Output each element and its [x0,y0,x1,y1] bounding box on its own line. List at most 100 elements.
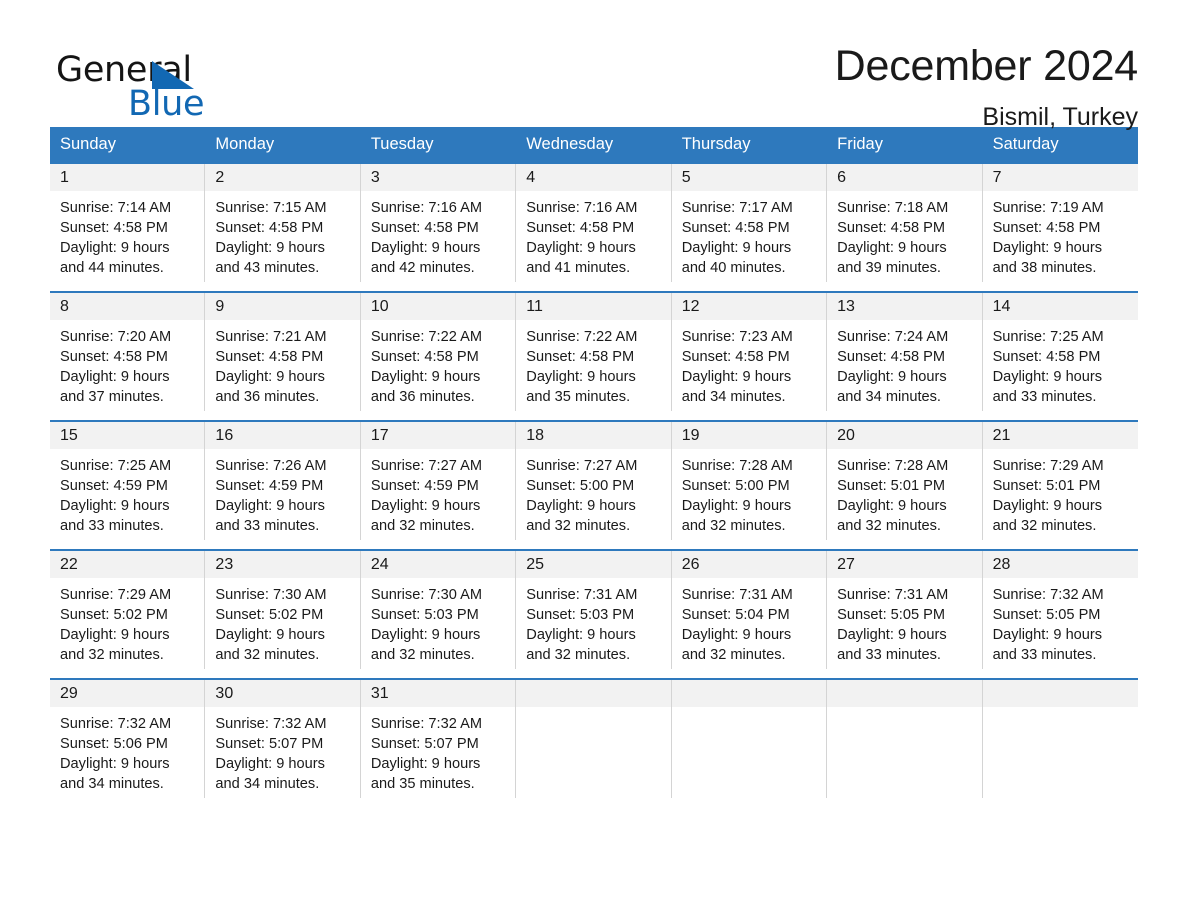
day-cell[interactable]: 7 Sunrise: 7:19 AM Sunset: 4:58 PM Daylight… [982,164,1138,283]
day-cell[interactable]: 24 Sunrise: 7:30 AM Sunset: 5:03 PM Dayligh… [360,551,517,670]
daylight-text-line2: and 44 minutes. [60,260,164,277]
sunset-text: Sunset: 4:58 PM [215,220,324,237]
day-details: Sunrise: 7:18 AM Sunset: 4:58 PM Daylight:… [827,191,981,278]
sunset-text: Sunset: 5:00 PM [681,478,790,495]
sunrise-text: Sunrise: 7:24 AM [837,329,949,346]
sunset-text: Sunset: 5:00 PM [526,478,635,495]
day-cell[interactable]: 8 Sunrise: 7:20 AM Sunset: 4:58 PM Daylight… [50,293,206,412]
day-number: 25 [516,551,671,579]
day-cell[interactable]: 12 Sunrise: 7:23 AM Sunset: 4:58 PM Dayligh… [671,293,828,412]
day-cell[interactable]: 6 Sunrise: 7:18 AM Sunset: 4:58 PM Daylight… [827,164,983,283]
sunrise-text: Sunrise: 7:32 AM [215,716,327,733]
day-details: Sunrise: 7:27 AM Sunset: 5:00 PM Daylight:… [516,449,670,536]
daylight-text-line2: and 32 minutes. [681,647,786,664]
daylight-text-line2: and 36 minutes. [215,389,320,406]
day-cell[interactable]: 10 Sunrise: 7:22 AM Sunset: 4:58 PM Dayligh… [360,293,517,412]
logo-text-blue: Blue [128,84,205,124]
daylight-text-line1: Daylight: 9 hours [681,240,792,257]
general-blue-logo[interactable]: General Blue [56,45,205,122]
sunrise-text: Sunrise: 7:17 AM [681,200,793,217]
day-cell[interactable]: 22 Sunrise: 7:29 AM Sunset: 5:02 PM Dayligh… [50,551,206,670]
day-number: 27 [827,551,982,579]
day-number: 17 [360,422,516,450]
day-cell[interactable]: 5 Sunrise: 7:17 AM Sunset: 4:58 PM Daylight… [671,164,828,283]
daylight-text-line1: Daylight: 9 hours [837,627,947,644]
day-number: 19 [671,422,827,450]
day-cell-empty [982,680,1138,799]
day-cell[interactable]: 31 Sunrise: 7:32 AM Sunset: 5:07 PM Dayligh… [360,680,517,799]
sunset-text: Sunset: 4:58 PM [681,349,790,366]
day-cell[interactable]: 15 Sunrise: 7:25 AM Sunset: 4:59 PM Dayligh… [50,422,206,541]
day-number: 12 [671,293,827,321]
day-details: Sunrise: 7:29 AM Sunset: 5:02 PM Daylight:… [50,578,204,665]
day-cell[interactable]: 14 Sunrise: 7:25 AM Sunset: 4:58 PM Dayligh… [982,293,1138,412]
day-details: Sunrise: 7:19 AM Sunset: 4:58 PM Daylight:… [983,191,1138,278]
day-number: 31 [360,680,516,708]
day-cell[interactable]: 4 Sunrise: 7:16 AM Sunset: 4:58 PM Daylight… [516,164,672,283]
day-cell[interactable]: 2 Sunrise: 7:15 AM Sunset: 4:58 PM Daylight… [205,164,361,283]
day-details: Sunrise: 7:20 AM Sunset: 4:58 PM Daylight:… [50,320,204,407]
sunset-text: Sunset: 4:58 PM [60,220,168,237]
day-cell[interactable]: 11 Sunrise: 7:22 AM Sunset: 4:58 PM Dayligh… [516,293,672,412]
day-cell[interactable]: 18 Sunrise: 7:27 AM Sunset: 5:00 PM Dayligh… [516,422,672,541]
daylight-text-line2: and 36 minutes. [370,389,475,406]
weekday-tuesday: Tuesday [370,135,434,153]
sunset-text: Sunset: 4:58 PM [681,220,790,237]
daylight-text-line2: and 33 minutes. [992,389,1097,406]
day-cell[interactable]: 27 Sunrise: 7:31 AM Sunset: 5:05 PM Dayligh… [827,551,983,670]
day-cell[interactable]: 25 Sunrise: 7:31 AM Sunset: 5:03 PM Dayligh… [516,551,672,670]
day-details: Sunrise: 7:22 AM Sunset: 4:58 PM Daylight:… [516,320,670,407]
day-details [983,707,1138,714]
daylight-text-line2: and 37 minutes. [60,389,164,406]
day-cell[interactable]: 13 Sunrise: 7:24 AM Sunset: 4:58 PM Dayligh… [827,293,983,412]
day-details [672,707,826,714]
day-cell[interactable]: 20 Sunrise: 7:28 AM Sunset: 5:01 PM Dayligh… [827,422,983,541]
day-number: 20 [827,422,982,450]
daylight-text-line2: and 32 minutes. [837,518,941,535]
calendar-page: General Blue December 2024 Bismil, Turke… [0,0,1188,918]
daylight-text-line2: and 42 minutes. [370,260,475,277]
sunrise-text: Sunrise: 7:25 AM [992,329,1104,346]
daylight-text-line2: and 33 minutes. [837,647,941,664]
daylight-text-line1: Daylight: 9 hours [60,627,170,644]
page-title: December 2024 [834,42,1139,90]
daylight-text-line2: and 43 minutes. [215,260,320,277]
day-cell[interactable]: 28 Sunrise: 7:32 AM Sunset: 5:05 PM Dayligh… [982,551,1138,670]
sunset-text: Sunset: 4:59 PM [370,478,479,495]
page-header: General Blue December 2024 Bismil, Turke… [0,0,1188,131]
day-cell[interactable]: 23 Sunrise: 7:30 AM Sunset: 5:02 PM Dayligh… [205,551,361,670]
day-cell[interactable]: 29 Sunrise: 7:32 AM Sunset: 5:06 PM Dayligh… [50,680,206,799]
sunrise-text: Sunrise: 7:31 AM [681,587,793,604]
day-cell[interactable]: 9 Sunrise: 7:21 AM Sunset: 4:58 PM Daylight… [205,293,361,412]
sunset-text: Sunset: 4:58 PM [215,349,324,366]
daylight-text-line2: and 32 minutes. [526,647,631,664]
day-cell[interactable]: 16 Sunrise: 7:26 AM Sunset: 4:59 PM Dayligh… [205,422,361,541]
day-cell[interactable]: 1 Sunrise: 7:14 AM Sunset: 4:58 PM Daylight… [50,164,206,283]
daylight-text-line1: Daylight: 9 hours [526,240,636,257]
daylight-text-line1: Daylight: 9 hours [837,369,947,386]
day-number: 21 [982,422,1138,450]
day-cell[interactable]: 30 Sunrise: 7:32 AM Sunset: 5:07 PM Dayligh… [205,680,361,799]
daylight-text-line1: Daylight: 9 hours [992,627,1103,644]
day-details: Sunrise: 7:21 AM Sunset: 4:58 PM Daylight:… [205,320,359,407]
daylight-text-line1: Daylight: 9 hours [526,627,636,644]
daylight-text-line1: Daylight: 9 hours [215,369,325,386]
sunrise-text: Sunrise: 7:25 AM [60,458,172,475]
sunrise-text: Sunrise: 7:14 AM [60,200,172,217]
sunrise-text: Sunrise: 7:23 AM [681,329,793,346]
day-cell[interactable]: 26 Sunrise: 7:31 AM Sunset: 5:04 PM Dayligh… [671,551,828,670]
day-details: Sunrise: 7:25 AM Sunset: 4:59 PM Daylight:… [50,449,204,536]
day-number: 13 [827,293,982,321]
day-cell[interactable]: 19 Sunrise: 7:28 AM Sunset: 5:00 PM Dayligh… [671,422,828,541]
day-details: Sunrise: 7:16 AM Sunset: 4:58 PM Daylight:… [516,191,670,278]
sunset-text: Sunset: 4:58 PM [526,220,635,237]
day-number [671,680,827,708]
daylight-text-line2: and 33 minutes. [992,647,1097,664]
day-cell[interactable]: 21 Sunrise: 7:29 AM Sunset: 5:01 PM Dayligh… [982,422,1138,541]
daylight-text-line1: Daylight: 9 hours [837,498,947,515]
sunrise-text: Sunrise: 7:22 AM [526,329,638,346]
calendar-week-row: 8 Sunrise: 7:20 AM Sunset: 4:58 PM Daylight… [50,291,1138,412]
day-cell[interactable]: 3 Sunrise: 7:16 AM Sunset: 4:58 PM Daylight… [360,164,517,283]
sunrise-text: Sunrise: 7:19 AM [992,200,1104,217]
day-cell[interactable]: 17 Sunrise: 7:27 AM Sunset: 4:59 PM Dayligh… [360,422,517,541]
